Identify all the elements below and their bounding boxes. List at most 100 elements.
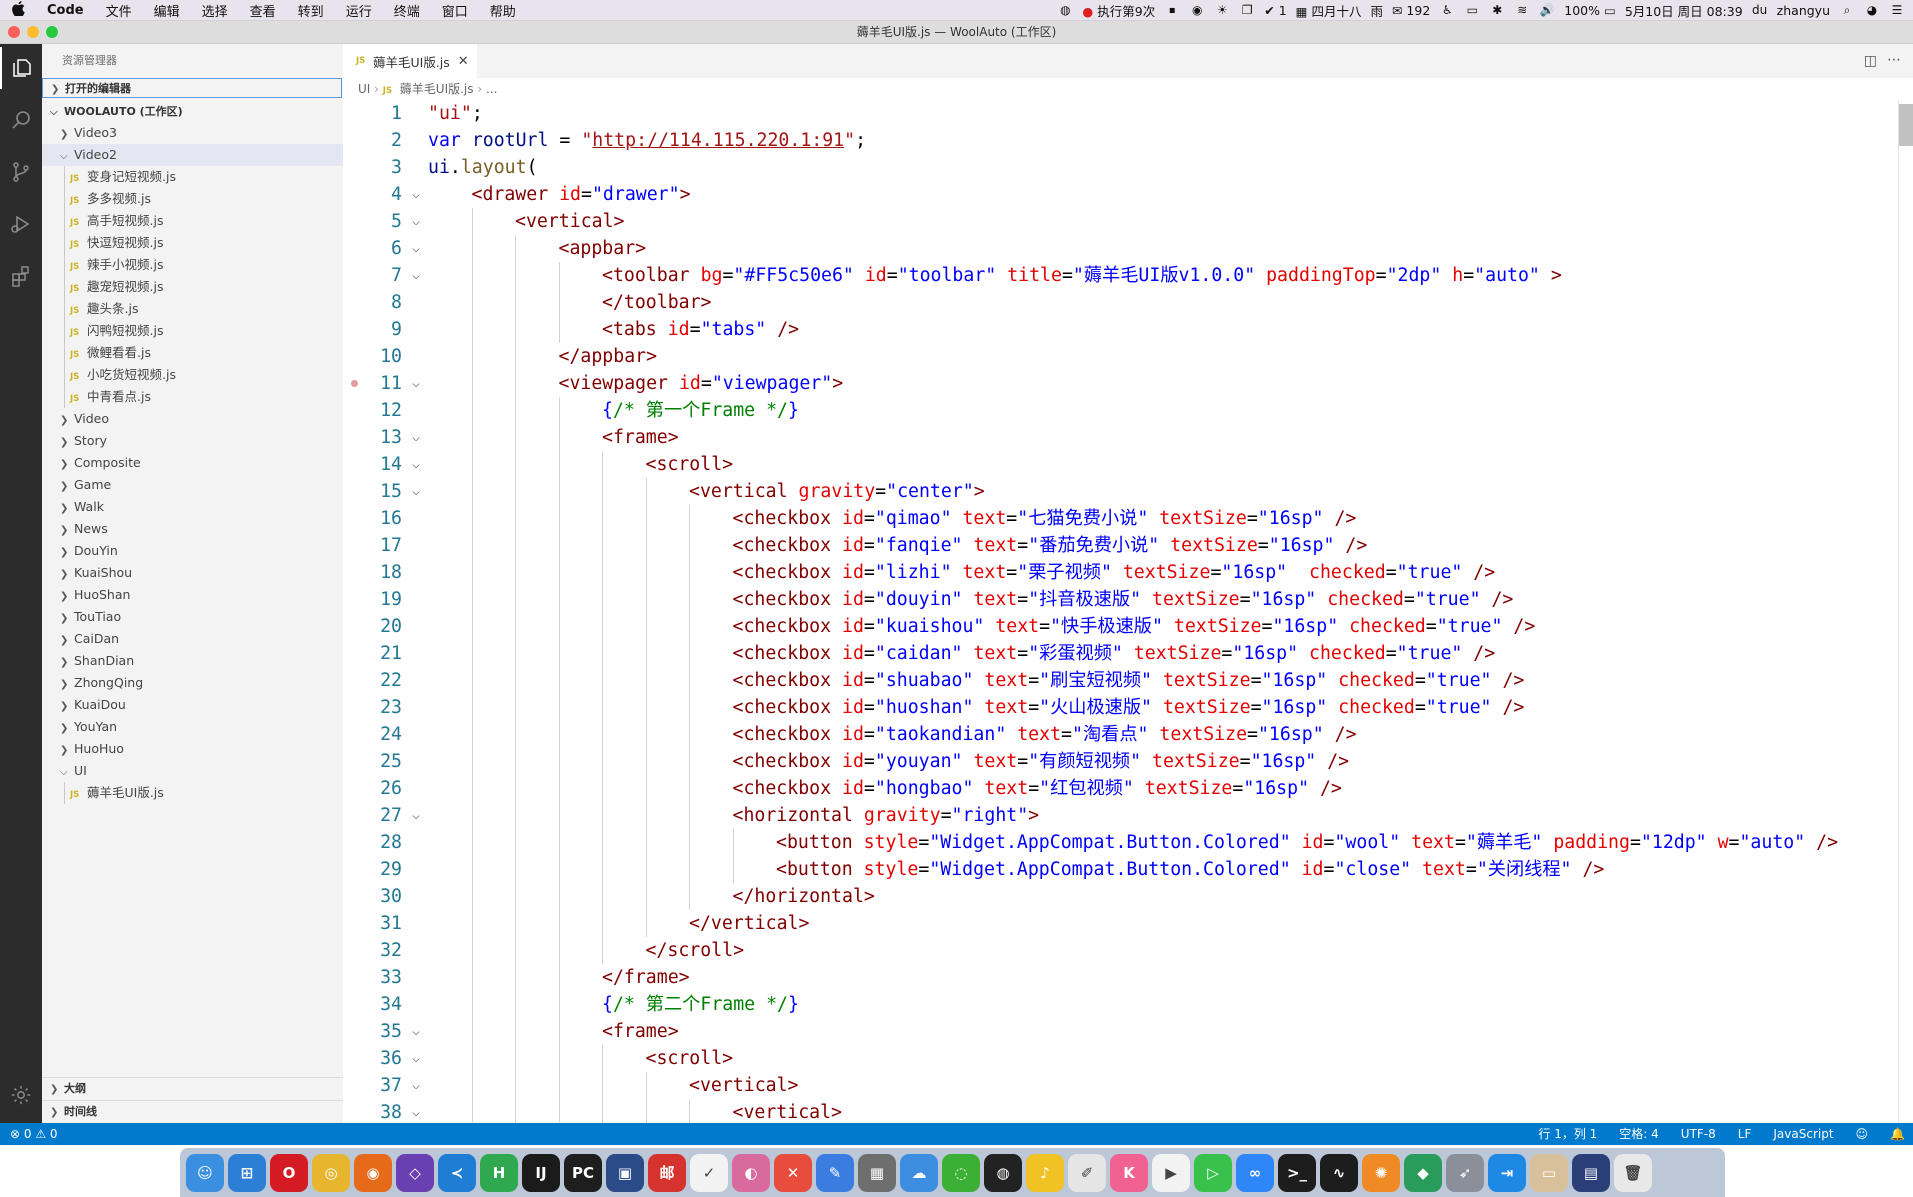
code-line[interactable]: 8 </toolbar>: [343, 289, 1913, 316]
tree-folder[interactable]: ⌵ UI: [42, 760, 343, 782]
menu-window[interactable]: 窗口: [431, 1, 479, 20]
code-line[interactable]: 37 ⌵ <vertical>: [343, 1072, 1913, 1099]
tree-folder[interactable]: ❯ Video3: [42, 122, 343, 144]
stop-icon[interactable]: ⏹: [1164, 3, 1180, 17]
code-line[interactable]: 3 ui.layout(: [343, 154, 1913, 181]
fold-chevron-icon[interactable]: ⌵: [409, 478, 423, 505]
extensions-icon[interactable]: [0, 255, 42, 297]
calendar-status[interactable]: ▦ 四月十八: [1296, 1, 1362, 20]
tree-folder[interactable]: ❯ Composite: [42, 452, 343, 474]
editor-tab[interactable]: JS 薅羊毛UI版.js ✕: [343, 44, 477, 78]
code-line[interactable]: 12 {/* 第一个Frame */}: [343, 397, 1913, 424]
code-line[interactable]: 2 var rootUrl = "http://114.115.220.1:91"…: [343, 127, 1913, 154]
code-line[interactable]: 7 ⌵ <toolbar bg="#FF5c50e6" id="toolbar" t…: [343, 262, 1913, 289]
zoom-window-button[interactable]: [46, 26, 58, 38]
fold-chevron-icon[interactable]: ⌵: [409, 1045, 423, 1072]
accessibility-icon[interactable]: ♿: [1439, 3, 1455, 17]
menu-run[interactable]: 运行: [335, 1, 383, 20]
language-mode[interactable]: JavaScript: [1773, 1123, 1833, 1145]
code-line[interactable]: 1 "ui";: [343, 100, 1913, 127]
baidu-cloud-app-icon[interactable]: ∞: [1236, 1153, 1274, 1192]
hbuilder-app-icon[interactable]: H: [480, 1153, 518, 1192]
code-line[interactable]: 11 ⌵ <viewpager id="viewpager">: [343, 370, 1913, 397]
encoding[interactable]: UTF-8: [1681, 1123, 1716, 1145]
close-tab-icon[interactable]: ✕: [458, 54, 469, 69]
code-line[interactable]: 32 </scroll>: [343, 937, 1913, 964]
recording-indicator[interactable]: ● 执行第9次: [1082, 1, 1155, 20]
visual-studio-app-icon[interactable]: ◇: [396, 1153, 434, 1192]
user-menu[interactable]: zhangyu: [1777, 3, 1830, 18]
screen-app-icon[interactable]: ▣: [606, 1153, 644, 1192]
tree-folder[interactable]: ❯ YouYan: [42, 716, 343, 738]
fold-chevron-icon[interactable]: ⌵: [409, 262, 423, 289]
opera-app-icon[interactable]: O: [270, 1153, 308, 1192]
notifications-bell-icon[interactable]: 🔔: [1890, 1123, 1905, 1145]
tree-file[interactable]: JS 薅羊毛UI版.js: [42, 782, 343, 804]
code-line[interactable]: 13 ⌵ <frame>: [343, 424, 1913, 451]
volume-icon[interactable]: 🔊: [1539, 3, 1555, 17]
open-editors-section[interactable]: ❯ 打开的编辑器: [42, 78, 342, 98]
tree-folder[interactable]: ❯ KuaiDou: [42, 694, 343, 716]
fold-chevron-icon[interactable]: ⌵: [409, 235, 423, 262]
more-actions-icon[interactable]: ⋯: [1887, 52, 1901, 68]
color-app-icon[interactable]: ◐: [732, 1153, 770, 1192]
breadcrumb-symbol[interactable]: ...: [486, 82, 497, 96]
tree-folder[interactable]: ❯ Game: [42, 474, 343, 496]
settings-app-app-icon[interactable]: ✺: [1362, 1153, 1400, 1192]
code-line[interactable]: 33 </frame>: [343, 964, 1913, 991]
tree-file[interactable]: JS 趣宠短视频.js: [42, 276, 343, 298]
app-menu[interactable]: Code: [36, 3, 95, 18]
code-line[interactable]: 20 <checkbox id="kuaishou" text="快手极速版" t…: [343, 613, 1913, 640]
music-app-icon[interactable]: ♪: [1026, 1153, 1064, 1192]
folder-app-icon[interactable]: ▭: [1530, 1153, 1568, 1192]
code-line[interactable]: 17 <checkbox id="fanqie" text="番茄免费小说" te…: [343, 532, 1913, 559]
fold-chevron-icon[interactable]: ⌵: [409, 208, 423, 235]
menu-view[interactable]: 查看: [239, 1, 287, 20]
code-line[interactable]: 24 <checkbox id="taokandian" text="淘看点" t…: [343, 721, 1913, 748]
tree-file[interactable]: JS 变身记短视频.js: [42, 166, 343, 188]
fold-chevron-icon[interactable]: ⌵: [409, 181, 423, 208]
pycharm-app-icon[interactable]: PC: [564, 1153, 602, 1192]
clock[interactable]: 5月10日 周日 08:39: [1625, 1, 1743, 20]
menu-help[interactable]: 帮助: [479, 1, 527, 20]
tree-file[interactable]: JS 快逗短视频.js: [42, 232, 343, 254]
sun-icon[interactable]: ☀: [1214, 3, 1230, 17]
fold-chevron-icon[interactable]: ⌵: [409, 370, 423, 397]
fold-chevron-icon[interactable]: ⌵: [409, 802, 423, 829]
menu-terminal[interactable]: 终端: [383, 1, 431, 20]
tick-app-icon[interactable]: ✓: [690, 1153, 728, 1192]
code-line[interactable]: 23 <checkbox id="huoshan" text="火山极速版" te…: [343, 694, 1913, 721]
cloud-app-icon[interactable]: ☁: [900, 1153, 938, 1192]
notification-center-icon[interactable]: ☰: [1889, 3, 1905, 17]
tree-folder[interactable]: ❯ KuaiShou: [42, 562, 343, 584]
code-line[interactable]: 10 </appbar>: [343, 343, 1913, 370]
search-icon[interactable]: [0, 99, 42, 141]
code-line[interactable]: 38 ⌵ <vertical>: [343, 1099, 1913, 1123]
fold-chevron-icon[interactable]: ⌵: [409, 1018, 423, 1045]
timeline-section[interactable]: ❯ 时间线: [42, 1100, 343, 1123]
close-window-button[interactable]: [8, 26, 20, 38]
cursor-position[interactable]: 行 1，列 1: [1538, 1123, 1597, 1145]
windows-app-icon[interactable]: ⊞: [228, 1153, 266, 1192]
minimize-window-button[interactable]: [27, 26, 39, 38]
xmind-app-icon[interactable]: ✕: [774, 1153, 812, 1192]
monitor-app-icon[interactable]: ▤: [1572, 1153, 1610, 1192]
bluetooth-icon[interactable]: ✱: [1489, 3, 1505, 17]
tree-file[interactable]: JS 高手短视频.js: [42, 210, 343, 232]
app-status-icon[interactable]: ◉: [1189, 3, 1205, 17]
code-line[interactable]: 35 ⌵ <frame>: [343, 1018, 1913, 1045]
source-control-icon[interactable]: [0, 151, 42, 193]
outline-section[interactable]: ❯ 大纲: [42, 1077, 343, 1100]
migration-app-icon[interactable]: ⇥: [1488, 1153, 1526, 1192]
code-line[interactable]: 36 ⌵ <scroll>: [343, 1045, 1913, 1072]
explorer-icon[interactable]: [0, 47, 42, 89]
siri-icon[interactable]: ◕: [1864, 3, 1880, 17]
menu-go[interactable]: 转到: [287, 1, 335, 20]
menu-edit[interactable]: 编辑: [143, 1, 191, 20]
tree-file[interactable]: JS 中青看点.js: [42, 386, 343, 408]
green-app-app-icon[interactable]: ◆: [1404, 1153, 1442, 1192]
tree-folder[interactable]: ❯ CaiDan: [42, 628, 343, 650]
rocket-app-icon[interactable]: ➶: [1446, 1153, 1484, 1192]
youku-app-icon[interactable]: ▶: [1152, 1153, 1190, 1192]
iqiyi-app-icon[interactable]: ▷: [1194, 1153, 1232, 1192]
